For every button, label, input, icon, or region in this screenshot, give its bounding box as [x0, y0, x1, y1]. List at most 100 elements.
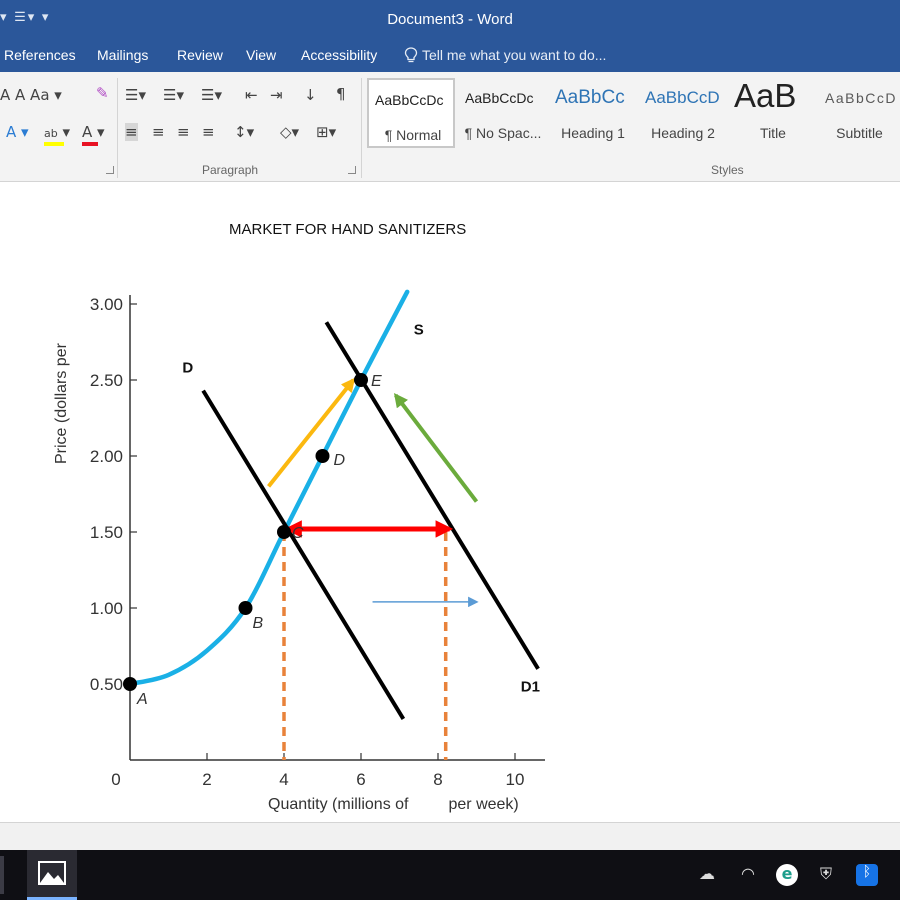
style-name: Heading 2 [651, 125, 715, 141]
tab-view[interactable]: View [246, 47, 276, 63]
paragraph-group-label: Paragraph [202, 163, 259, 177]
x-tick-label: 6 [356, 770, 365, 789]
style-name: Heading 1 [561, 125, 625, 141]
increase-indent-icon[interactable]: ⇥ [270, 86, 283, 104]
y-tick-label: 2.00 [90, 447, 123, 466]
image-icon [38, 861, 66, 885]
style-name: Subtitle [836, 125, 883, 141]
styles-group-label: Styles [711, 163, 744, 177]
tell-me-placeholder: Tell me what you want to do... [422, 47, 607, 63]
y-tick-label: 3.00 [90, 295, 123, 314]
x-tick-label: 2 [202, 770, 211, 789]
taskbar: ☁ ◠ e ⛨ ᛒ [0, 850, 900, 900]
highlight-color-swatch [44, 142, 64, 146]
group-divider [117, 78, 118, 178]
font-size-buttons[interactable]: A A Aa ▾ [0, 86, 62, 104]
curve-label: S [414, 321, 424, 338]
status-bar [0, 822, 900, 850]
lightbulb-icon [404, 47, 418, 63]
style-name: ¶ Normal [384, 127, 442, 143]
style-name: Title [760, 125, 786, 141]
sort-icon[interactable]: ↓ [304, 86, 317, 104]
title-bar: ▾ ☰▾ ▾ Document3 - Word [0, 0, 900, 38]
window-title: Document3 - Word [387, 11, 513, 28]
style-normal[interactable]: AaBbCcDc ¶ Normal [367, 78, 455, 148]
clear-formatting-icon[interactable]: ✎ [96, 84, 109, 102]
y-tick-label: 0.50 [90, 675, 123, 694]
x-tick-label: 0 [111, 770, 120, 789]
y-tick-label: 2.50 [90, 371, 123, 390]
equilibrium-point-c [277, 525, 291, 539]
justify-icon[interactable]: ≡ [202, 123, 215, 141]
document-page[interactable]: MARKET FOR HAND SANITIZERS 0.50 1.00 1.50 2… [0, 182, 900, 822]
style-title[interactable]: AaB Title [729, 78, 817, 148]
shield-icon[interactable]: ⛨ [815, 864, 837, 886]
point-label: C [292, 525, 304, 542]
shift-arrow [393, 392, 479, 503]
point-label: E [371, 373, 382, 390]
style-no-spacing[interactable]: AaBbCcDc ¶ No Spac... [459, 78, 547, 148]
line-spacing-icon[interactable]: ↕▾ [234, 123, 254, 141]
paragraph-dialog-launcher-icon[interactable] [348, 166, 356, 174]
point-label: B [253, 615, 264, 632]
x-tick-label: 4 [279, 770, 288, 789]
align-center-icon[interactable]: ≡ [152, 123, 165, 141]
tab-references[interactable]: References [4, 47, 76, 63]
y-axis-label: Price (dollars per [53, 342, 70, 464]
styles-gallery: AaBbCcDc ¶ Normal AaBbCcDc ¶ No Spac... … [367, 78, 900, 148]
ribbon: A A Aa ▾ ✎ A ▾ ab ▾ A ▾ ☰▾ ☰▾ ☰▾ ⇤ ⇥ ↓ ¶… [0, 72, 900, 182]
start-button-edge[interactable] [0, 856, 4, 894]
y-tick-label: 1.50 [90, 523, 123, 542]
style-heading-2[interactable]: AaBbCcD Heading 2 [639, 78, 727, 148]
font-color-button[interactable]: A ▾ [82, 123, 105, 146]
group-divider [361, 78, 362, 178]
photos-app-button[interactable] [27, 850, 77, 900]
equilibrium-point-e [354, 373, 368, 387]
font-dialog-launcher-icon[interactable] [106, 166, 114, 174]
align-right-icon[interactable]: ≡ [177, 123, 190, 141]
tab-accessibility[interactable]: Accessibility [301, 47, 377, 63]
bullets-icon[interactable]: ☰▾ [125, 86, 146, 104]
point-label: D [334, 452, 346, 469]
text-effects-button[interactable]: A ▾ [6, 123, 29, 141]
highlight-button[interactable]: ab ▾ [44, 123, 70, 146]
borders-icon[interactable]: ⊞▾ [316, 123, 336, 141]
x-tick-label: 10 [506, 770, 525, 789]
x-tick-label: 8 [433, 770, 442, 789]
curve-label: D [182, 359, 193, 376]
multilevel-list-icon[interactable]: ☰▾ [201, 86, 222, 104]
equilibrium-point-a [123, 677, 137, 691]
bluetooth-icon[interactable]: ᛒ [856, 864, 878, 886]
edge-browser-icon[interactable]: e [776, 864, 798, 886]
style-sample: AaBbCc [555, 87, 625, 108]
point-label: A [136, 691, 148, 708]
wifi-icon[interactable]: ◠ [737, 864, 759, 886]
y-tick-label: 1.00 [90, 599, 123, 618]
style-sample: AaBbCcD [645, 88, 720, 107]
font-color-swatch [82, 142, 98, 146]
supply-demand-chart: 0.50 1.00 1.50 2.00 2.50 3.00 0 2 4 6 8 10 Quantity … [53, 289, 545, 813]
numbering-icon[interactable]: ☰▾ [163, 86, 184, 104]
style-sample: AaBbCcDc [465, 90, 534, 106]
decrease-indent-icon[interactable]: ⇤ [245, 86, 258, 104]
tab-mailings[interactable]: Mailings [97, 47, 148, 63]
equilibrium-point-d [315, 449, 330, 463]
style-sample: AaBbCcDc [375, 92, 444, 108]
style-sample: AaBbCcD [825, 90, 897, 106]
curve-label: D1 [521, 679, 540, 696]
x-axis-label: Quantity (millions of per week) [268, 796, 519, 813]
shading-icon[interactable]: ◇▾ [280, 123, 299, 141]
tell-me-box[interactable]: Tell me what you want to do... [404, 47, 606, 63]
network-icon[interactable]: ☁ [696, 864, 718, 886]
shift-arrow [267, 377, 356, 488]
equilibrium-point-b [238, 601, 253, 615]
style-sample: AaB [734, 78, 797, 114]
align-left-icon[interactable]: ≡ [125, 123, 138, 141]
style-heading-1[interactable]: AaBbCc Heading 1 [549, 78, 637, 148]
style-subtitle[interactable]: AaBbCcD Subtitle [819, 78, 900, 148]
supply-curve-s [127, 289, 410, 687]
pilcrow-icon[interactable]: ¶ [336, 85, 346, 103]
tab-review[interactable]: Review [177, 47, 223, 63]
style-name: ¶ No Spac... [464, 125, 542, 141]
ribbon-tabs: References Mailings Review View Accessib… [0, 38, 900, 72]
